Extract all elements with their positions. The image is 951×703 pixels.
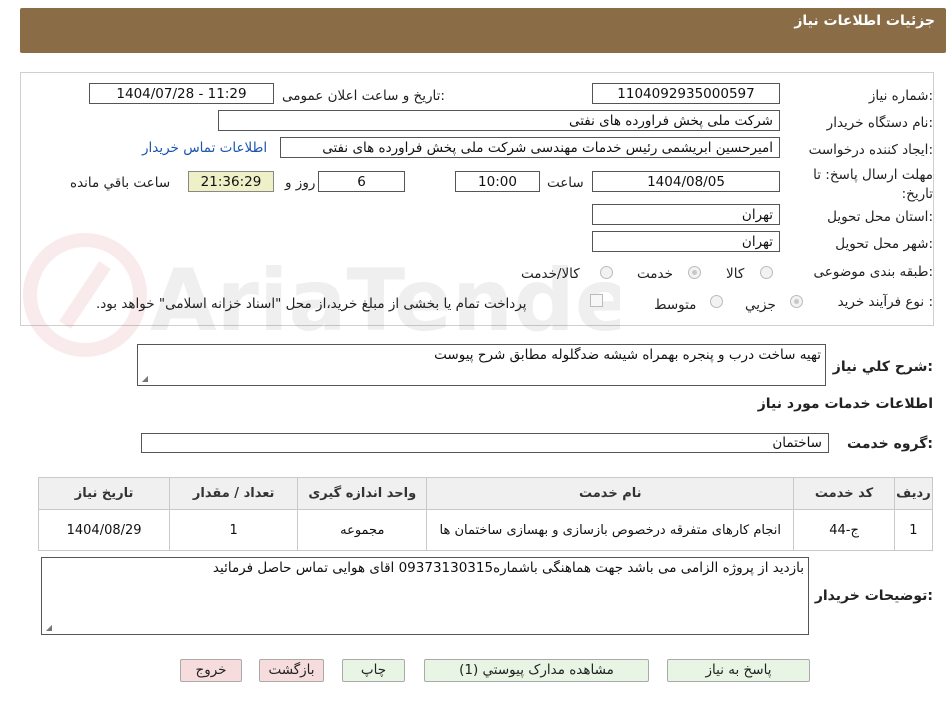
row-date: 1404/08/29 [37, 509, 171, 551]
process-medium-label: متوسط [654, 297, 697, 313]
process-minor-label: جزیي [745, 297, 776, 313]
services-table: رديف کد خدمت نام خدمت واحد اندازه گیری ت… [37, 477, 934, 551]
treasury-payment-checkbox[interactable] [590, 294, 603, 307]
page-title: جزئیات اطلاعات نیاز [794, 13, 935, 29]
need-number-label: شماره نیاز: [868, 88, 933, 104]
process-minor-radio[interactable] [790, 295, 803, 308]
treasury-payment-note: پرداخت تمام یا بخشی از مبلغ خرید،از محل … [96, 296, 527, 312]
resize-handle-icon[interactable]: ◢ [140, 375, 148, 383]
category-label: طبقه بندی موضوعی: [813, 264, 933, 280]
province-field: تهران [592, 204, 780, 225]
col-unit: واحد اندازه گیری [297, 477, 428, 510]
city-field: تهران [592, 231, 780, 252]
deadline-time-label: ساعت [547, 175, 584, 191]
category-service-label: خدمت [637, 266, 673, 282]
col-code: کد خدمت [793, 477, 895, 510]
announce-label: تاریخ و ساعت اعلان عمومی: [282, 88, 445, 104]
row-name: انجام کارهای متفرقه درخصوص بازسازی و بهس… [426, 509, 795, 551]
view-attachments-button[interactable]: مشاهده مدارک پیوستي (1) [424, 659, 649, 682]
deadline-label: مهلت ارسال پاسخ: تا تاریخ: [813, 167, 933, 202]
row-unit: مجموعه [297, 509, 428, 551]
col-index: رديف [893, 477, 934, 510]
remaining-timer: 21:36:29 [188, 171, 274, 192]
col-date: تاریخ نیاز [37, 477, 171, 510]
services-table-header: رديف کد خدمت نام خدمت واحد اندازه گیری ت… [37, 477, 934, 510]
description-textarea[interactable]: تهیه ساخت درب و پنجره بهمراه شیشه ضدگلول… [137, 344, 826, 386]
resize-handle-icon[interactable]: ◢ [44, 624, 52, 632]
buyer-notes-label: توضيحات خريدار: [814, 588, 933, 604]
exit-button[interactable]: خروج [180, 659, 242, 682]
need-number-field: 1104092935000597 [592, 83, 780, 104]
reply-button[interactable]: پاسخ به نیاز [667, 659, 810, 682]
creator-label: ایجاد کننده درخواست: [808, 142, 933, 158]
deadline-date-field: 1404/08/05 [592, 171, 780, 192]
col-name: نام خدمت [426, 477, 795, 510]
deadline-time-field: 10:00 [455, 171, 540, 192]
process-medium-radio[interactable] [710, 295, 723, 308]
col-qty: تعداد / مقدار [169, 477, 299, 510]
description-text: تهیه ساخت درب و پنجره بهمراه شیشه ضدگلول… [434, 347, 821, 363]
category-goods-service-label: کالا/خدمت [521, 266, 580, 282]
city-label: شهر محل تحویل: [835, 236, 933, 252]
category-goods-service-radio[interactable] [600, 266, 613, 279]
table-row: 1 ج-44 انجام کارهای متفرقه درخصوص بازساز… [37, 509, 934, 551]
row-index: 1 [893, 509, 934, 551]
remaining-label: ساعت باقي مانده [70, 175, 171, 191]
back-button[interactable]: بازگشت [259, 659, 324, 682]
category-service-radio[interactable] [688, 266, 701, 279]
days-label: روز و [285, 175, 316, 191]
buyer-label: نام دستگاه خریدار: [826, 115, 933, 131]
buyer-notes-text: بازدید از پروژه الزامی می باشد جهت هماهن… [212, 560, 804, 576]
description-label: شرح کلي نياز: [832, 359, 933, 375]
buyer-notes-textarea[interactable]: بازدید از پروژه الزامی می باشد جهت هماهن… [41, 557, 809, 635]
row-code: ج-44 [793, 509, 895, 551]
province-label: استان محل تحویل: [827, 209, 933, 225]
buyer-contact-link[interactable]: اطلاعات تماس خریدار [142, 140, 267, 156]
services-section-title: اطلاعات خدمات مورد نياز [757, 396, 933, 412]
creator-field: امیرحسین ابریشمی رئیس خدمات مهندسی شرکت … [280, 137, 780, 158]
service-group-label: گروه خدمت: [847, 436, 933, 452]
announce-field: 1404/07/28 - 11:29 [89, 83, 274, 104]
buyer-field: شرکت ملی پخش فراورده های نفتی [218, 110, 780, 131]
category-goods-label: کالا [726, 266, 745, 282]
service-group-field: ساختمان [141, 433, 829, 453]
days-remaining-field: 6 [318, 171, 405, 192]
category-goods-radio[interactable] [760, 266, 773, 279]
print-button[interactable]: چاپ [342, 659, 405, 682]
row-qty: 1 [169, 509, 299, 551]
process-label: نوع فرآیند خرید : [837, 294, 933, 310]
